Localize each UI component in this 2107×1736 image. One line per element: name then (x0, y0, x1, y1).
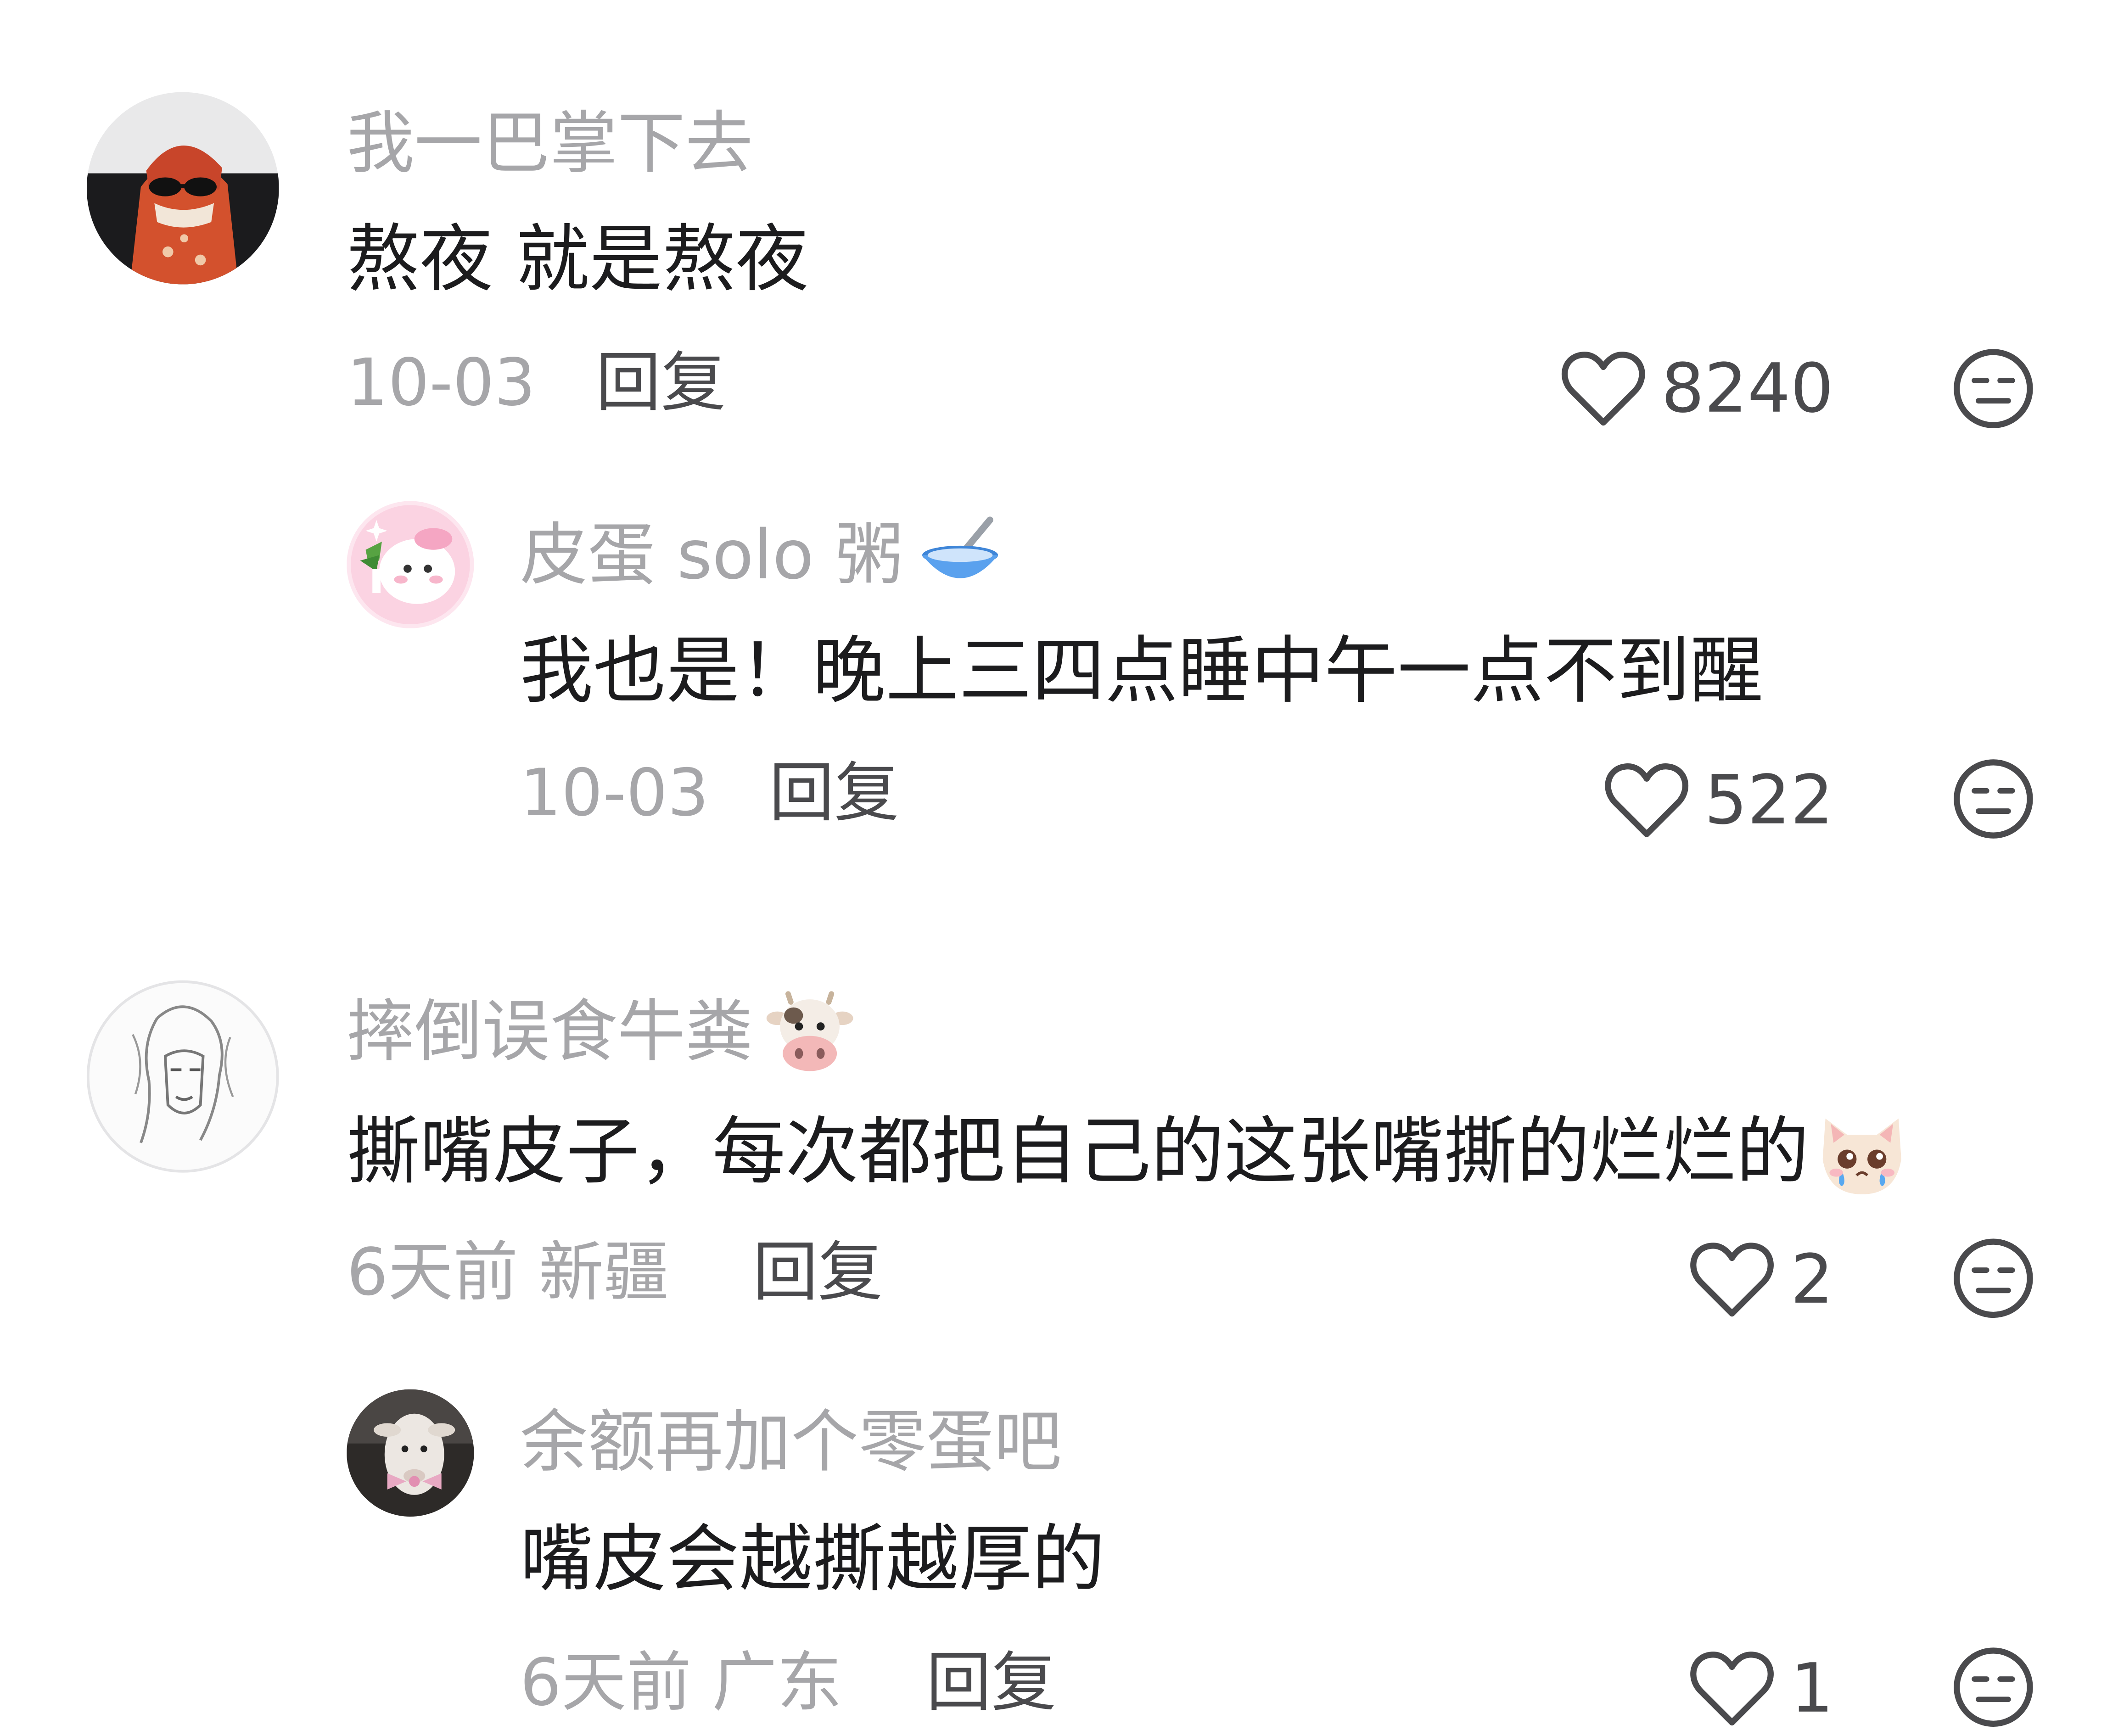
like-button[interactable]: 8240 (1508, 341, 1833, 436)
heart-icon (1561, 349, 1645, 428)
heart-icon (1604, 761, 1688, 840)
heart-icon (1690, 1240, 1774, 1319)
bowl-with-spoon-icon (917, 512, 1003, 599)
comment-date-location: 6天前 新疆 (347, 1235, 669, 1311)
comment-date-location: 6天前 广东 (520, 1645, 842, 1721)
username-text: 皮蛋 solo 粥 (520, 515, 903, 595)
dislike-face-icon[interactable] (1951, 347, 2035, 431)
like-count: 8240 (1661, 349, 1834, 428)
reply-button[interactable]: 回复 (753, 1233, 883, 1312)
dislike-face-icon[interactable] (1951, 1236, 2035, 1320)
heart-icon (1690, 1649, 1774, 1728)
comment-date: 10-03 (347, 345, 536, 421)
comment-date: 10-03 (520, 756, 709, 832)
like-button[interactable]: 2 (1508, 1232, 1833, 1327)
comment-list: 我一巴掌下去 熬夜 就是熬夜 10-03 回复 8240 皮蛋 solo 粥 我… (0, 0, 2107, 1730)
comment-text: 熬夜 就是熬夜 (347, 217, 809, 302)
pink-bunny-avatar-icon[interactable] (347, 501, 474, 628)
comment-text-body: 撕嘴皮子，每次都把自己的这张嘴撕的烂烂的 (347, 1109, 1810, 1194)
username[interactable]: 摔倒误食牛粪 (347, 989, 853, 1075)
username-text: 摔倒误食牛粪 (347, 992, 753, 1071)
cow-face-icon (766, 989, 853, 1075)
like-count: 522 (1704, 761, 1834, 840)
reply-button[interactable]: 回复 (926, 1644, 1056, 1722)
dislike-face-icon[interactable] (1951, 1645, 2035, 1729)
dislike-face-icon[interactable] (1951, 757, 2035, 841)
username[interactable]: 皮蛋 solo 粥 (520, 512, 1003, 599)
comment-text: 我也是！晚上三四点睡中午一点不到醒 (520, 628, 1763, 714)
comment-text: 撕嘴皮子，每次都把自己的这张嘴撕的烂烂的 (347, 1105, 1909, 1200)
crying-cat-face-icon (1815, 1105, 1910, 1200)
sketch-character-avatar-icon[interactable] (86, 980, 279, 1173)
like-count: 2 (1790, 1240, 1834, 1319)
comment-text: 嘴皮会越撕越厚的 (520, 1517, 1105, 1602)
username[interactable]: 我一巴掌下去 (347, 103, 753, 184)
cat-bandana-avatar-icon[interactable] (86, 92, 279, 285)
like-button[interactable]: 522 (1508, 753, 1833, 848)
username[interactable]: 余额再加个零蛋吧 (520, 1401, 1062, 1483)
reply-button[interactable]: 回复 (596, 344, 726, 422)
like-count: 1 (1790, 1649, 1834, 1728)
reply-button[interactable]: 回复 (769, 754, 899, 833)
like-button[interactable]: 1 (1508, 1641, 1833, 1736)
sheep-ribbon-avatar-icon[interactable] (347, 1389, 474, 1517)
